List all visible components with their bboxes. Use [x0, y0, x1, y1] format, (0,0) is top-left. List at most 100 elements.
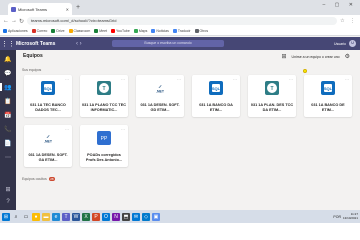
bookmark-item[interactable]: Meet	[94, 29, 107, 33]
store-icon[interactable]: ⬒	[122, 212, 130, 221]
more-options-icon[interactable]: ⋯	[65, 127, 69, 132]
svg-text:SQL: SQL	[324, 86, 333, 91]
team-card-name: 031 1A TEC BANCO DADOS TEC...	[30, 103, 66, 112]
grid-view-icon[interactable]: ⊞	[282, 53, 287, 60]
app-name: Microsoft Teams	[16, 40, 56, 47]
team-card[interactable]: SQL ⋯ 031 1A BANCO DA ETIM...	[192, 75, 240, 117]
user-area[interactable]: Usuario U	[334, 40, 356, 47]
calendar-icon[interactable]: 📅	[3, 110, 13, 120]
close-tab-icon[interactable]: ✕	[66, 7, 69, 12]
bookmark-label: Classroom	[73, 29, 91, 33]
svg-text:SQL: SQL	[212, 86, 221, 91]
sql-server-icon: SQL	[209, 81, 223, 95]
settings-icon[interactable]: ⚙	[345, 53, 350, 60]
excel-icon[interactable]: X	[82, 212, 90, 221]
teams-icon[interactable]: 👥	[0, 82, 13, 92]
edge-icon[interactable]: e	[52, 212, 60, 221]
search-icon[interactable]: ⌕	[12, 213, 20, 221]
bookmark-label: YouTube	[116, 29, 130, 33]
app-launcher-icon[interactable]: ⋮⋮	[0, 40, 16, 48]
page-title: Equipos	[23, 53, 43, 59]
team-card[interactable]: T ⋯ 031 1A PLAN. DES TCC DA ETIM...	[248, 75, 296, 117]
bookmark-item[interactable]: Noticias	[151, 29, 169, 33]
bookmark-favicon-icon	[151, 29, 156, 33]
team-card-name: POADs corregidos Profs Des Antonio...	[85, 153, 123, 162]
bookmark-item[interactable]: Correo	[31, 29, 47, 33]
bookmark-item[interactable]: Maps	[133, 29, 148, 33]
forward-icon[interactable]: →	[11, 18, 17, 24]
team-card[interactable]: SQL ⋯ 031 1A BANCO DE ETIM...	[304, 75, 352, 117]
file-explorer-icon[interactable]: ▬	[42, 212, 50, 221]
svg-text:.NET: .NET	[44, 140, 53, 144]
reload-icon[interactable]: ↻	[19, 18, 24, 25]
more-options-icon[interactable]: ⋯	[345, 77, 349, 82]
bookmark-item[interactable]: YouTube	[111, 29, 130, 33]
help-icon[interactable]: ?	[3, 197, 13, 207]
team-card[interactable]: ∕∕ .NET ⋯ 031 1A DESEN. SOFT. GD ETIM...	[136, 75, 184, 117]
onenote-icon[interactable]: N	[112, 212, 120, 221]
bookmark-label: Meet	[99, 29, 108, 33]
more-options-icon[interactable]: ⋯	[177, 77, 181, 82]
vscode-icon[interactable]: ◇	[142, 212, 150, 221]
bookmark-item[interactable]: Traducir	[172, 29, 191, 33]
chrome-icon[interactable]: ●	[32, 212, 40, 221]
url-input[interactable]: teams.microsoft.com/_#/school//?ctx=team…	[27, 17, 338, 25]
screen: Microsoft Teams ✕ + – ▢ ✕ ← → ↻ teams.mi…	[0, 0, 360, 240]
address-bar: ← → ↻ teams.microsoft.com/_#/school//?ct…	[0, 15, 360, 27]
windows-taskbar: ⊞ ⌕ ▭ ● ▬ e T W X P O N ⬒ ✉ ◇ ▣ POR 11:27 13/10/2021	[0, 210, 360, 223]
back-icon[interactable]: ←	[3, 18, 9, 24]
calls-icon[interactable]: 📞	[3, 124, 13, 134]
language-indicator[interactable]: POR	[333, 215, 341, 219]
header-actions: ⊞ Unirse a un equipo o crear uno ⚙	[282, 53, 350, 60]
pp-icon: PP	[97, 131, 111, 145]
bookmark-favicon-icon	[194, 29, 199, 33]
browser-tab[interactable]: Microsoft Teams ✕	[8, 3, 72, 15]
bookmark-item[interactable]: Classroom	[68, 29, 91, 33]
team-card[interactable]: PP ⋯ POADs corregidos Profs Des Antonio...	[80, 125, 128, 167]
dotnet-icon: ∕∕ .NET	[41, 131, 55, 145]
apps-icon[interactable]: ⊞	[3, 184, 13, 194]
more-options-icon[interactable]: ⋯	[121, 77, 125, 82]
window-controls[interactable]: – ▢ ✕	[323, 2, 357, 8]
svg-text:PP: PP	[101, 136, 108, 142]
more-options-icon[interactable]: ⋯	[233, 77, 237, 82]
photos-icon[interactable]: ▣	[152, 212, 160, 221]
new-tab-icon[interactable]: +	[76, 3, 80, 13]
team-card[interactable]: T ⋯ 031 1A PLANO TCC TEC INFORMATIC...	[80, 75, 128, 117]
more-apps-icon[interactable]: ⋯	[3, 152, 13, 162]
team-card[interactable]: ∕∕ .NET ⋯ 031 1A DESEN. SOFT. GA ETIM...	[24, 125, 72, 167]
windows-start-icon[interactable]: ⊞	[2, 212, 10, 221]
assignments-icon[interactable]: 📋	[3, 96, 13, 106]
bookmark-favicon-icon	[172, 29, 177, 33]
tcc-icon: T	[97, 81, 111, 95]
bookmark-item[interactable]: Drive	[51, 29, 65, 33]
avatar[interactable]: U	[349, 40, 356, 47]
powerpoint-icon[interactable]: P	[92, 212, 100, 221]
chat-icon[interactable]: 💬	[3, 68, 13, 78]
browser-tabstrip: Microsoft Teams ✕ + – ▢ ✕	[0, 0, 360, 15]
more-options-icon[interactable]: ⋯	[289, 77, 293, 82]
team-card[interactable]: SQL ⋯ 031 1A TEC BANCO DADOS TEC...	[24, 75, 72, 117]
outlook-icon[interactable]: O	[102, 212, 110, 221]
bookmark-item[interactable]: Aplicaciones	[3, 29, 28, 33]
extensions-icons[interactable]: ☆ ⋮	[340, 18, 357, 24]
bookmark-label: Aplicaciones	[8, 29, 28, 33]
activity-icon[interactable]: 🔔	[3, 54, 13, 64]
sql-server-icon: SQL	[41, 81, 55, 95]
word-icon[interactable]: W	[72, 212, 80, 221]
files-icon[interactable]: 📄	[3, 138, 13, 148]
bookmark-label: Maps	[138, 29, 148, 33]
task-view-icon[interactable]: ▭	[22, 213, 30, 221]
clock[interactable]: 11:27 13/10/2021	[343, 212, 358, 220]
bookmark-item[interactable]: Otros	[194, 29, 208, 33]
more-options-icon[interactable]: ⋯	[65, 77, 69, 82]
teams-app-icon[interactable]: T	[62, 212, 70, 221]
mail-icon[interactable]: ✉	[132, 212, 140, 221]
more-options-icon[interactable]: ⋯	[121, 127, 125, 132]
hidden-teams[interactable]: Equipos ocultos 28	[22, 177, 56, 181]
team-card-name: 031 1A BANCO DE ETIM...	[311, 103, 345, 112]
team-card-name: 031 1A PLANO TCC TEC INFORMATIC...	[82, 103, 126, 112]
teams-main: Equipos ⊞ Unirse a un equipo o crear uno…	[16, 50, 360, 210]
search-input[interactable]: Busque o escriba un comando	[112, 40, 224, 47]
join-team-button[interactable]: Unirse a un equipo o crear uno	[292, 55, 340, 59]
